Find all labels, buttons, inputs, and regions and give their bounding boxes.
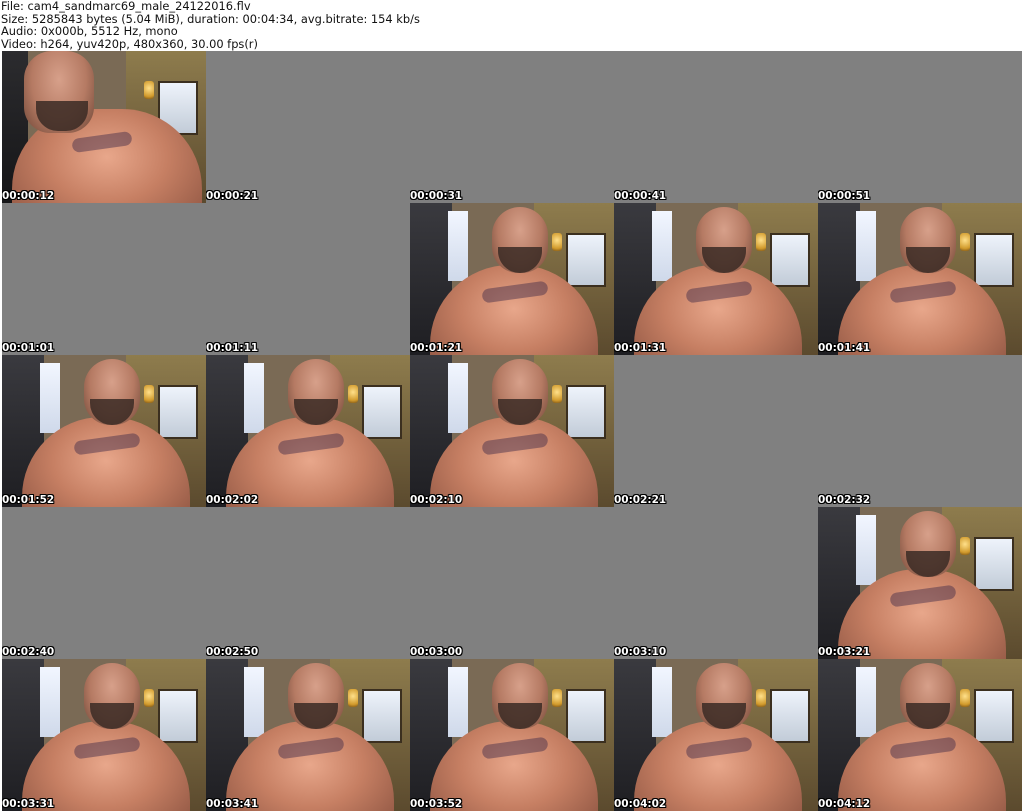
frame-timestamp: 00:04:02: [614, 798, 667, 810]
frame-timestamp: 00:00:51: [818, 190, 871, 202]
frame-timestamp: 00:01:11: [206, 342, 259, 354]
webcam-frame-image: [614, 659, 818, 811]
video-frame: [2, 355, 206, 507]
video-frame: [2, 51, 206, 203]
video-frame: [206, 659, 410, 811]
webcam-frame-image: [2, 51, 206, 203]
frame-timestamp: 00:00:12: [2, 190, 55, 202]
thumbnail-cell: 00:03:00: [410, 507, 614, 659]
frame-timestamp: 00:02:32: [818, 494, 871, 506]
thumbnail-cell: 00:00:41: [614, 51, 818, 203]
thumbnail-cell: 00:01:52: [2, 355, 206, 507]
thumbnail-cell: 00:02:10: [410, 355, 614, 507]
frame-timestamp: 00:00:31: [410, 190, 463, 202]
blank-frame: [206, 507, 410, 659]
video-frame: [818, 507, 1022, 659]
webcam-frame-image: [614, 203, 818, 355]
thumbnail-cell: 00:02:02: [206, 355, 410, 507]
frame-timestamp: 00:02:10: [410, 494, 463, 506]
frame-timestamp: 00:03:52: [410, 798, 463, 810]
webcam-frame-image: [410, 659, 614, 811]
frame-timestamp: 00:00:41: [614, 190, 667, 202]
frame-timestamp: 00:01:21: [410, 342, 463, 354]
thumbnail-cell: 00:02:21: [614, 355, 818, 507]
frame-timestamp: 00:03:41: [206, 798, 259, 810]
file-info-header: File: cam4_sandmarc69_male_24122016.flv …: [0, 0, 1024, 50]
frame-timestamp: 00:02:40: [2, 646, 55, 658]
thumbnail-cell: 00:02:40: [2, 507, 206, 659]
video-frame: [206, 355, 410, 507]
contact-sheet: File: cam4_sandmarc69_male_24122016.flv …: [0, 0, 1024, 811]
frame-timestamp: 00:03:00: [410, 646, 463, 658]
thumbnail-cell: 00:00:31: [410, 51, 614, 203]
blank-frame: [614, 355, 818, 507]
webcam-frame-image: [410, 355, 614, 507]
thumbnail-cell: 00:03:31: [2, 659, 206, 811]
blank-frame: [2, 203, 206, 355]
video-info-line: Video: h264, yuv420p, 480x360, 30.00 fps…: [1, 36, 258, 51]
frame-timestamp: 00:03:21: [818, 646, 871, 658]
thumbnail-cell: 00:03:52: [410, 659, 614, 811]
thumbnail-cell: 00:03:21: [818, 507, 1022, 659]
frame-timestamp: 00:00:21: [206, 190, 259, 202]
blank-frame: [206, 51, 410, 203]
video-frame: [614, 659, 818, 811]
frame-timestamp: 00:04:12: [818, 798, 871, 810]
video-frame: [2, 659, 206, 811]
audio-info-line: Audio: 0x000b, 5512 Hz, mono: [1, 24, 178, 38]
frame-timestamp: 00:02:50: [206, 646, 259, 658]
frame-timestamp: 00:02:02: [206, 494, 259, 506]
video-frame: [818, 203, 1022, 355]
webcam-frame-image: [410, 203, 614, 355]
frame-timestamp: 00:03:31: [2, 798, 55, 810]
thumbnail-cell: 00:03:41: [206, 659, 410, 811]
video-frame: [410, 203, 614, 355]
thumbnail-cell: 00:02:50: [206, 507, 410, 659]
thumbnail-cell: 00:04:12: [818, 659, 1022, 811]
thumbnail-cell: 00:00:12: [2, 51, 206, 203]
frame-timestamp: 00:01:01: [2, 342, 55, 354]
blank-frame: [818, 355, 1022, 507]
file-name-line: File: cam4_sandmarc69_male_24122016.flv: [1, 0, 251, 13]
blank-frame: [614, 51, 818, 203]
blank-frame: [410, 507, 614, 659]
video-frame: [410, 659, 614, 811]
frame-timestamp: 00:01:52: [2, 494, 55, 506]
video-frame: [818, 659, 1022, 811]
thumbnail-cell: 00:00:21: [206, 51, 410, 203]
blank-frame: [614, 507, 818, 659]
frame-timestamp: 00:01:31: [614, 342, 667, 354]
webcam-frame-image: [818, 203, 1022, 355]
video-frame: [410, 355, 614, 507]
frame-timestamp: 00:02:21: [614, 494, 667, 506]
thumbnail-cell: 00:01:01: [2, 203, 206, 355]
thumbnail-cell: 00:04:02: [614, 659, 818, 811]
webcam-frame-image: [2, 355, 206, 507]
blank-frame: [818, 51, 1022, 203]
thumbnail-cell: 00:02:32: [818, 355, 1022, 507]
thumbnail-grid: 00:00:12 00:00:21 00:00:31 00:00:41 00:00:51…: [2, 51, 1022, 811]
thumbnail-cell: 00:00:51: [818, 51, 1022, 203]
video-frame: [614, 203, 818, 355]
thumbnail-cell: 00:01:11: [206, 203, 410, 355]
frame-timestamp: 00:03:10: [614, 646, 667, 658]
webcam-frame-image: [206, 659, 410, 811]
webcam-frame-image: [818, 507, 1022, 659]
webcam-frame-image: [2, 659, 206, 811]
webcam-frame-image: [818, 659, 1022, 811]
thumbnail-cell: 00:03:10: [614, 507, 818, 659]
frame-timestamp: 00:01:41: [818, 342, 871, 354]
blank-frame: [2, 507, 206, 659]
blank-frame: [410, 51, 614, 203]
thumbnail-cell: 00:01:31: [614, 203, 818, 355]
webcam-frame-image: [206, 355, 410, 507]
thumbnail-cell: 00:01:41: [818, 203, 1022, 355]
blank-frame: [206, 203, 410, 355]
thumbnail-cell: 00:01:21: [410, 203, 614, 355]
